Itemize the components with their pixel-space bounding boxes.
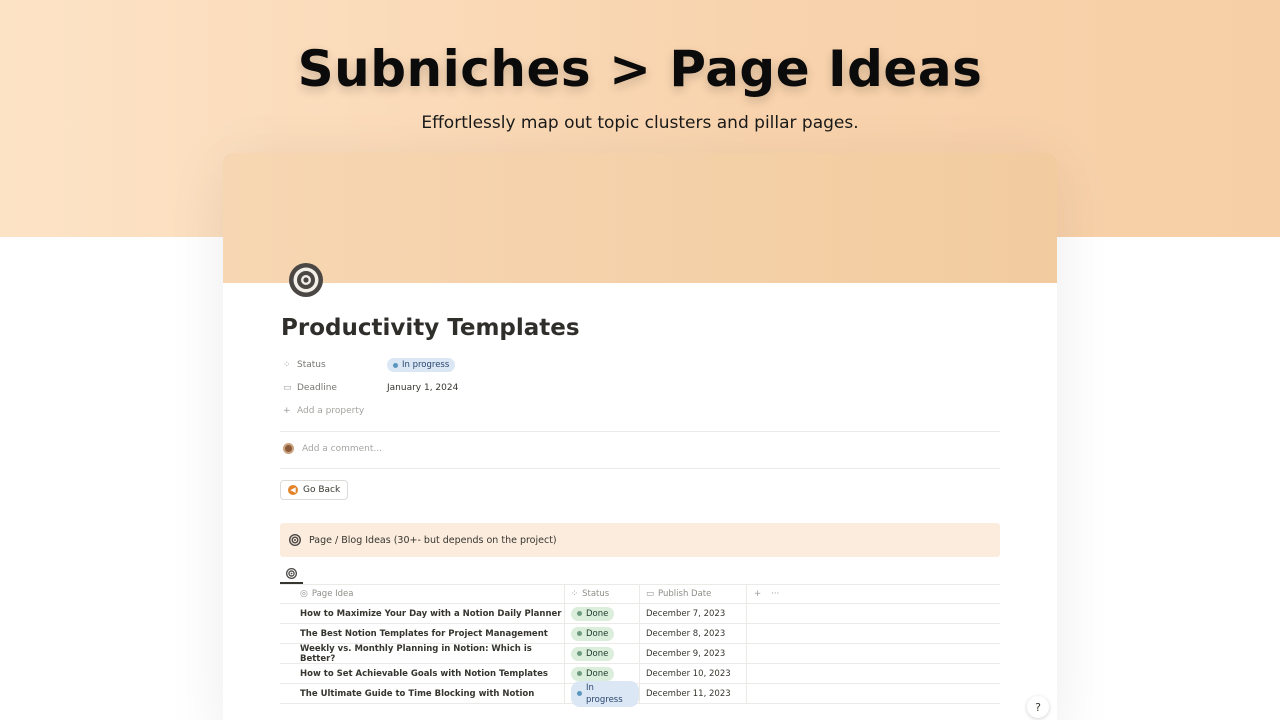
status-badge: Done: [571, 646, 615, 661]
table-row[interactable]: How to Maximize Your Day with a Notion D…: [280, 604, 1000, 624]
add-column-icon[interactable]: +: [754, 589, 761, 599]
page-idea-cell[interactable]: How to Set Achievable Goals with Notion …: [280, 664, 565, 683]
target-icon: ◎: [300, 589, 308, 599]
publish-date-cell[interactable]: December 7, 2023: [640, 604, 747, 623]
page-idea-cell[interactable]: The Ultimate Guide to Time Blocking with…: [280, 684, 565, 703]
page-ideas-table: ◎ Page Idea ⁘ Status ▭ Publish Date + ··…: [280, 584, 1000, 707]
status-cell[interactable]: Done: [565, 624, 640, 643]
publish-date-cell[interactable]: December 11, 2023: [640, 684, 747, 703]
callout-block: Page / Blog Ideas (30+- but depends on t…: [280, 523, 1000, 557]
hero-title: Subniches > Page Ideas: [297, 40, 983, 98]
arrow-left-icon: ◀: [288, 485, 298, 495]
page-title[interactable]: Productivity Templates: [281, 315, 580, 341]
target-icon: [286, 568, 297, 579]
page-idea-cell[interactable]: How to Maximize Your Day with a Notion D…: [280, 604, 565, 623]
status-badge: Done: [571, 666, 615, 681]
status-cell[interactable]: Done: [565, 604, 640, 623]
callout-text: Page / Blog Ideas (30+- but depends on t…: [309, 534, 557, 546]
status-badge: In progress: [571, 680, 639, 707]
table-row[interactable]: How to Set Achievable Goals with Notion …: [280, 664, 1000, 684]
target-icon: [289, 534, 301, 546]
avatar: [283, 443, 294, 454]
column-header-publish-date[interactable]: ▭ Publish Date: [640, 585, 747, 603]
status-cell[interactable]: In progress: [565, 680, 640, 707]
go-back-button[interactable]: ◀ Go Back: [280, 480, 349, 500]
column-header-status[interactable]: ⁘ Status: [565, 585, 640, 603]
more-options-icon[interactable]: ···: [771, 589, 779, 599]
table-row[interactable]: The Best Notion Templates for Project Ma…: [280, 624, 1000, 644]
property-status[interactable]: ⁘ Status In progress: [283, 356, 456, 374]
table-row[interactable]: Weekly vs. Monthly Planning in Notion: W…: [280, 644, 1000, 664]
comment-input[interactable]: Add a comment...: [302, 444, 382, 454]
status-spinner-icon: ⁘: [283, 360, 291, 370]
hero-subtitle: Effortlessly map out topic clusters and …: [421, 113, 859, 133]
status-badge: Done: [571, 606, 615, 621]
status-badge[interactable]: In progress: [387, 358, 456, 372]
divider: [280, 468, 1000, 469]
add-property-label: Add a property: [297, 406, 365, 416]
page-idea-cell[interactable]: The Best Notion Templates for Project Ma…: [280, 624, 565, 643]
table-actions: + ···: [747, 585, 1000, 603]
status-badge: Done: [571, 626, 615, 641]
property-label: Status: [297, 360, 326, 370]
table-row[interactable]: The Ultimate Guide to Time Blocking with…: [280, 680, 1000, 707]
publish-date-cell[interactable]: December 8, 2023: [640, 624, 747, 643]
deadline-value[interactable]: January 1, 2024: [387, 383, 458, 393]
divider: [280, 431, 1000, 432]
publish-date-cell[interactable]: December 9, 2023: [640, 644, 747, 663]
help-button[interactable]: ?: [1027, 696, 1049, 718]
comment-bar[interactable]: Add a comment...: [283, 443, 382, 454]
target-icon[interactable]: [287, 261, 325, 299]
calendar-icon: ▭: [646, 589, 655, 599]
page-cover: [223, 153, 1057, 283]
column-header-page-idea[interactable]: ◎ Page Idea: [280, 585, 565, 603]
property-deadline[interactable]: ▭ Deadline January 1, 2024: [283, 379, 458, 397]
add-property-button[interactable]: + Add a property: [283, 402, 364, 420]
property-label: Deadline: [297, 383, 337, 393]
calendar-icon: ▭: [283, 383, 292, 393]
database-view-tab[interactable]: [280, 565, 303, 584]
status-spinner-icon: ⁘: [571, 589, 579, 599]
status-cell[interactable]: Done: [565, 644, 640, 663]
page-idea-cell[interactable]: Weekly vs. Monthly Planning in Notion: W…: [280, 644, 565, 664]
notion-page-card: Productivity Templates ⁘ Status In progr…: [223, 153, 1057, 720]
table-header: ◎ Page Idea ⁘ Status ▭ Publish Date + ··…: [280, 584, 1000, 604]
publish-date-cell[interactable]: December 10, 2023: [640, 664, 747, 683]
plus-icon: +: [283, 406, 291, 416]
